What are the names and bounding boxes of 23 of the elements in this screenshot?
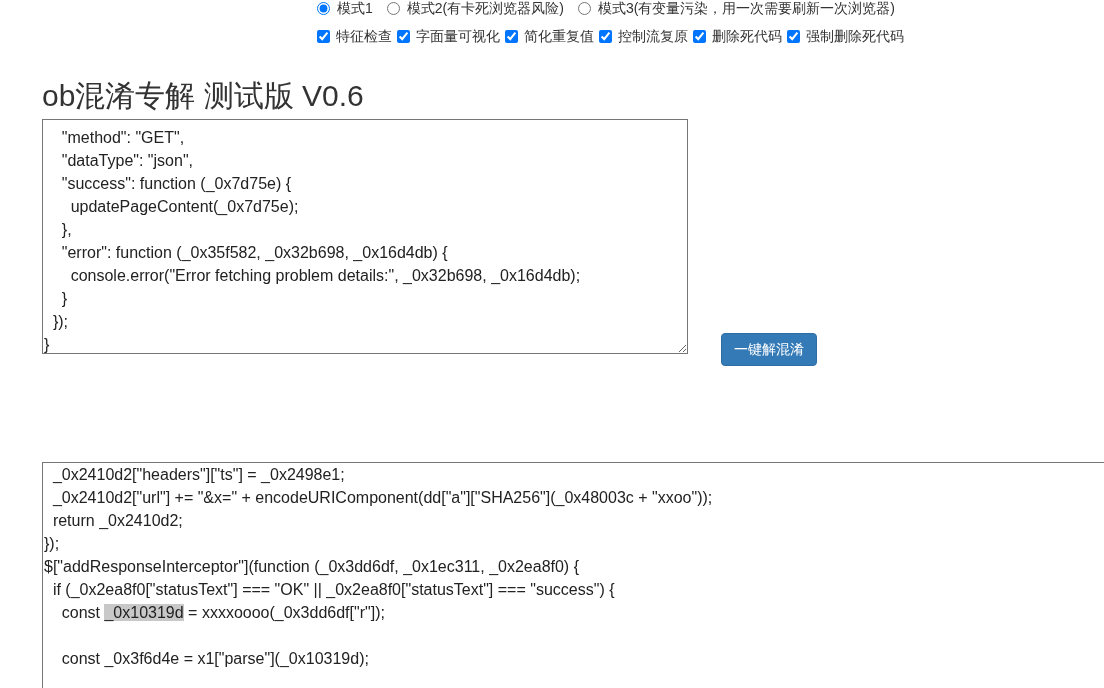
checkbox[interactable] xyxy=(505,29,518,43)
checkbox-label[interactable]: 强制删除死代码 xyxy=(806,28,904,44)
radio-label[interactable]: 模式3(有变量污染，用一次需要刷新一次浏览器) xyxy=(597,0,895,16)
radio-button[interactable] xyxy=(316,1,330,15)
checkbox[interactable] xyxy=(599,29,612,43)
selected-text: _0x10319d xyxy=(104,604,184,621)
checkbox[interactable] xyxy=(693,29,706,43)
checkbox[interactable] xyxy=(397,29,410,43)
code-input-field[interactable]: "method": "GET", "dataType": "json", "success": function (_0x7d75e) { updatePageContent(_0x7d75e); }, "error": function (_0x35f582, _0x32b698, _0x16d4db) { console.error("Error fetching problem details:", _0x32b698, _0x16d4db); } }); } xyxy=(42,119,688,354)
checkbox-label[interactable]: 控制流复原 xyxy=(618,28,688,44)
radio-label[interactable]: 模式2(有卡死浏览器风险) xyxy=(406,0,564,16)
checkbox-label[interactable]: 简化重复值 xyxy=(524,28,594,44)
checkbox-label[interactable]: 特征检查 xyxy=(336,28,392,44)
page-title: ob混淆专解 测试版 V0.6 xyxy=(42,78,364,114)
checkbox[interactable] xyxy=(787,29,800,43)
radio-label[interactable]: 模式1 xyxy=(336,0,373,16)
checkbox-label[interactable]: 字面量可视化 xyxy=(416,28,500,44)
deobfuscate-button[interactable]: 一键解混淆 xyxy=(721,333,817,366)
radio-button[interactable] xyxy=(577,1,591,15)
code-output-field[interactable]: _0x2410d2["headers"]["ts"] = _0x2498e1; _0x2410d2["url"] += "&x=" + encodeURIComponent(dd["a"]["SHA256"](_0x48003c + "xxoo")); return _0x2410d2; }); $["addResponseInterceptor"](function (_0x3dd6df, _0x1ec311, _0x2ea8f0) { if (_0x2ea8f0["statusText"] === "OK" || _0x2ea8f0["statusText"] === "success") { const _0x10319d = xxxxoooo(_0x3dd6df["r"]); const _0x3f6d4e = x1["parse"](_0x10319d); xyxy=(42,462,1104,688)
checkbox-label[interactable]: 删除死代码 xyxy=(712,28,782,44)
checkbox[interactable] xyxy=(317,29,330,43)
radio-button[interactable] xyxy=(386,1,400,15)
